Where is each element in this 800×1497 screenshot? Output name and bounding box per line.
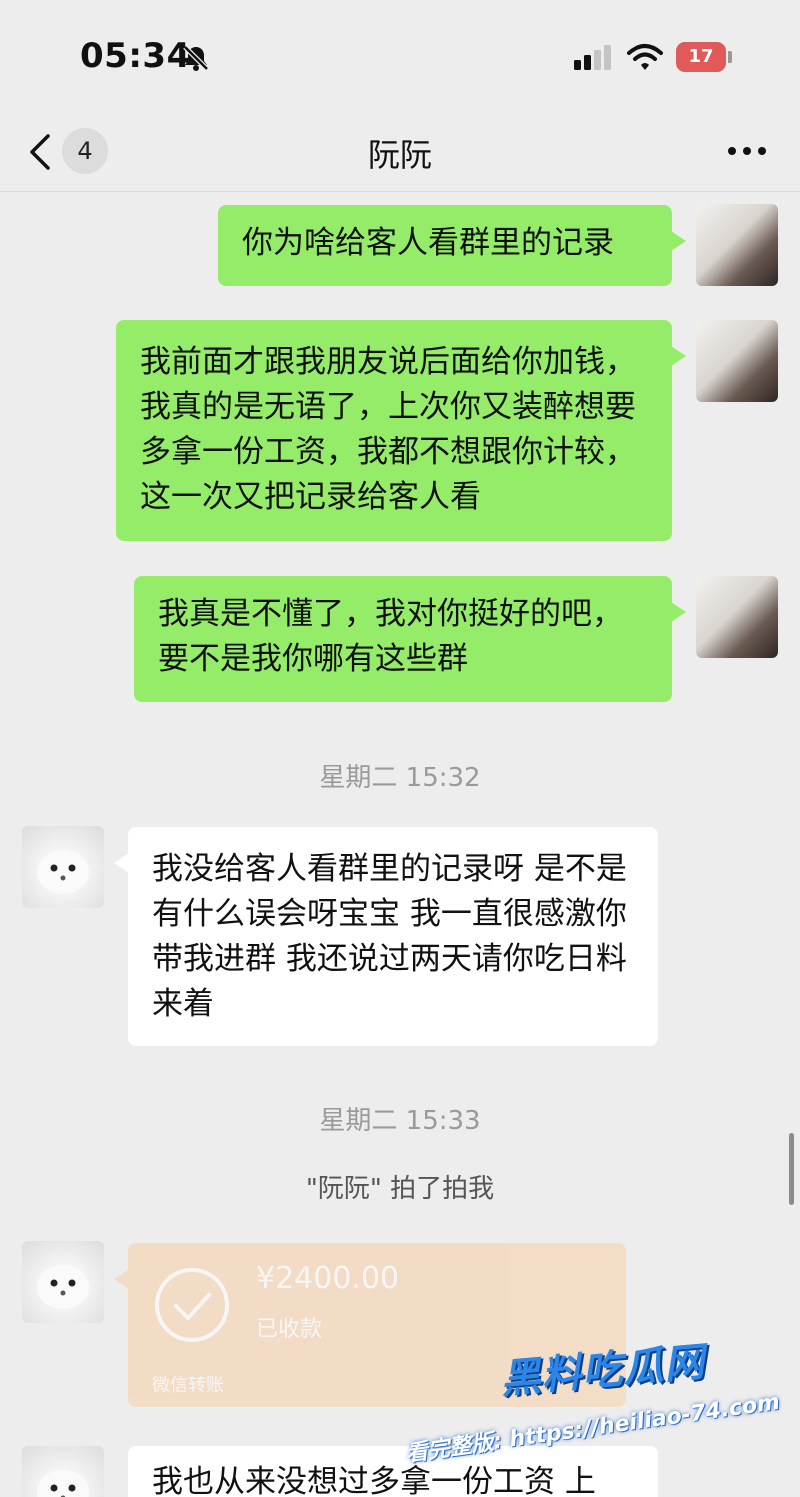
transfer-status: 已收款: [256, 1317, 323, 1342]
avatar-self[interactable]: [696, 320, 778, 402]
status-time: 05:34: [80, 36, 191, 76]
message-bubble-self[interactable]: 我真是不懂了，我对你挺好的吧，要不是我你哪有这些群: [134, 576, 686, 702]
status-bar: 05:34 17: [0, 0, 800, 110]
pat-system-message: "阮阮" 拍了拍我: [305, 1174, 495, 1204]
message-text: 你为啥给客人看群里的记录: [242, 225, 614, 261]
timestamp: 星期二 15:32: [319, 763, 481, 793]
avatar-self[interactable]: [696, 204, 778, 286]
dog-avatar-image: [37, 1470, 89, 1497]
scrollbar[interactable]: [789, 1133, 794, 1205]
wifi-icon: [627, 44, 663, 70]
dog-avatar-image: [37, 1265, 89, 1309]
message-text: 我前面才跟我朋友说后面给你加钱，我真的是无语了，上次你又装醉想要多拿一份工资，我…: [140, 344, 636, 515]
avatar-other[interactable]: [22, 1241, 104, 1323]
message-bubble-other[interactable]: 我没给客人看群里的记录呀 是不是有什么误会呀宝宝 我一直很感激你带我进群 我还说…: [114, 827, 658, 1046]
transfer-amount: ¥2400.00: [256, 1261, 400, 1296]
message-text: 我没给客人看群里的记录呀 是不是有什么误会呀宝宝 我一直很感激你带我进群 我还说…: [152, 851, 627, 1022]
bell-slash-icon: [183, 45, 209, 71]
message-bubble-self[interactable]: 我前面才跟我朋友说后面给你加钱，我真的是无语了，上次你又装醉想要多拿一份工资，我…: [116, 320, 686, 541]
message-text: 我真是不懂了，我对你挺好的吧，要不是我你哪有这些群: [158, 596, 623, 677]
avatar-other[interactable]: [22, 1446, 104, 1497]
check-circle-icon: [155, 1268, 229, 1342]
message-bubble-self[interactable]: 你为啥给客人看群里的记录: [218, 205, 686, 286]
avatar-self[interactable]: [696, 576, 778, 658]
chat-title: 阮阮: [367, 136, 432, 174]
battery-level: 17: [676, 42, 726, 72]
avatar-other[interactable]: [22, 826, 104, 908]
transfer-footer: 微信转账: [152, 1375, 224, 1396]
timestamp: 星期二 15:33: [319, 1106, 481, 1136]
message-text: 我也从来没想过多拿一份工资 上: [152, 1464, 596, 1497]
nav-bar: 4 阮阮: [0, 110, 800, 192]
signal-icon: [574, 45, 611, 70]
message-bubble-other[interactable]: 我也从来没想过多拿一份工资 上: [128, 1446, 658, 1497]
dog-avatar-image: [37, 850, 89, 894]
more-dots-icon[interactable]: [722, 136, 772, 166]
battery-indicator: 17: [676, 42, 732, 72]
battery-tip: [728, 51, 732, 63]
